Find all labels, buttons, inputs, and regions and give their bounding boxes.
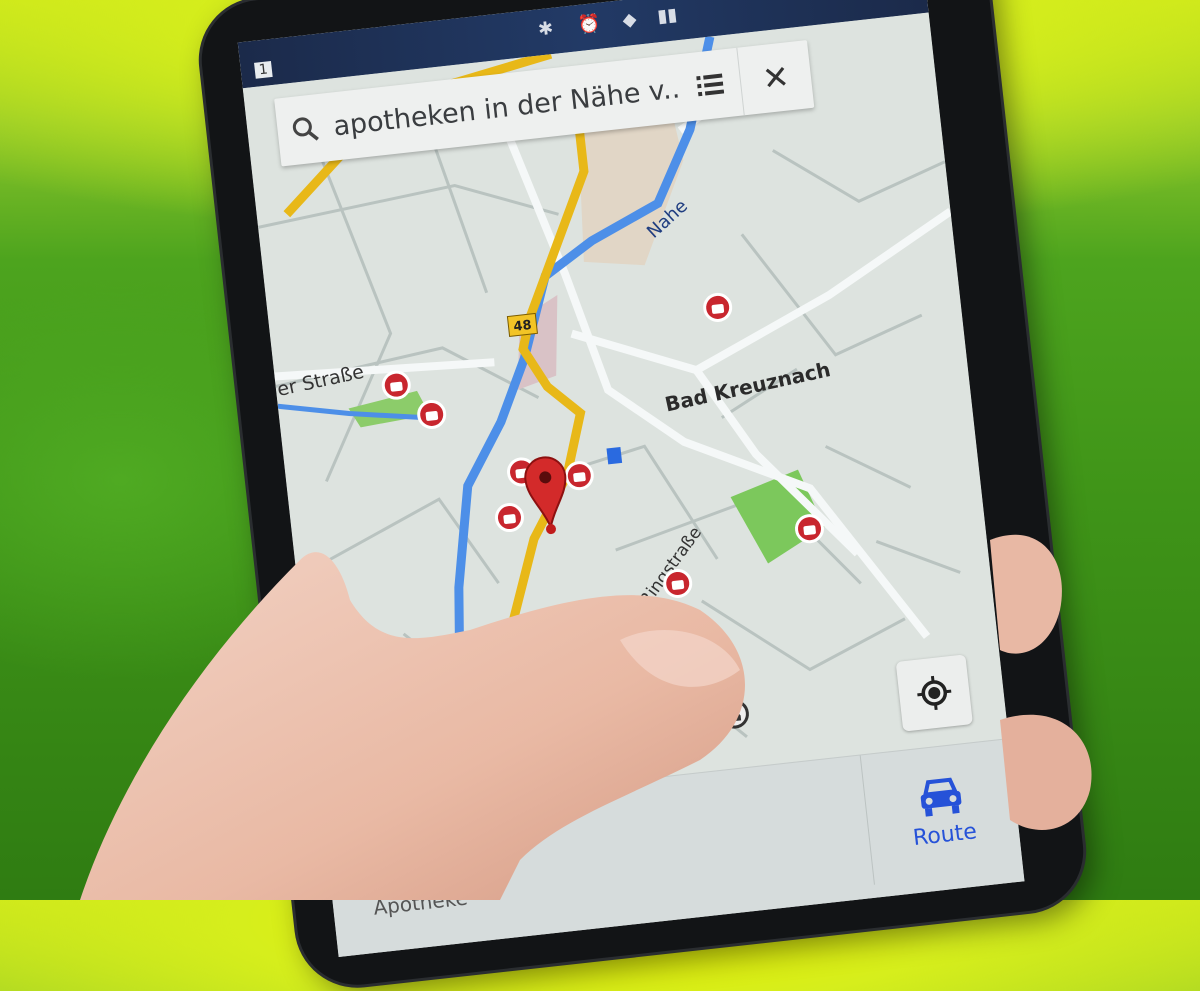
pharmacy-poi[interactable] bbox=[564, 461, 594, 491]
pharmacy-poi[interactable] bbox=[663, 568, 693, 598]
search-icon[interactable] bbox=[276, 113, 335, 147]
smartphone: 1 ✱ ⏰ ◆ ▮▮ 48 Bad Kreuznach Nahe er Stra… bbox=[195, 0, 1090, 991]
close-icon: ✕ bbox=[760, 57, 792, 99]
bluetooth-icon: ✱ bbox=[536, 17, 555, 41]
place-title: Apotheke bbox=[366, 822, 531, 880]
signal-icon: ▮▮ bbox=[656, 4, 679, 28]
alarm-icon: ⏰ bbox=[576, 12, 602, 37]
route-button[interactable]: Route bbox=[859, 738, 1025, 885]
bus-stop-icon[interactable] bbox=[606, 446, 623, 465]
my-location-button[interactable] bbox=[895, 654, 973, 732]
car-icon bbox=[920, 777, 962, 817]
my-location-icon bbox=[917, 675, 952, 711]
pharmacy-poi[interactable] bbox=[417, 399, 447, 429]
home-icon[interactable] bbox=[719, 699, 749, 729]
place-subtitle: Apotheke bbox=[372, 885, 469, 920]
phone-screen: 1 ✱ ⏰ ◆ ▮▮ 48 Bad Kreuznach Nahe er Stra… bbox=[237, 0, 1025, 957]
pharmacy-poi[interactable] bbox=[494, 503, 524, 533]
calendar-icon: 1 bbox=[254, 60, 273, 79]
pharmacy-poi[interactable] bbox=[381, 370, 411, 400]
list-icon bbox=[696, 73, 725, 97]
list-view-button[interactable] bbox=[676, 47, 745, 122]
route-label: Route bbox=[911, 818, 979, 851]
close-button[interactable]: ✕ bbox=[737, 40, 814, 115]
route-48-label[interactable]: 48 bbox=[513, 318, 533, 335]
pharmacy-poi[interactable] bbox=[703, 292, 733, 322]
pharmacy-poi[interactable] bbox=[795, 514, 825, 544]
wifi-icon: ◆ bbox=[621, 8, 638, 32]
